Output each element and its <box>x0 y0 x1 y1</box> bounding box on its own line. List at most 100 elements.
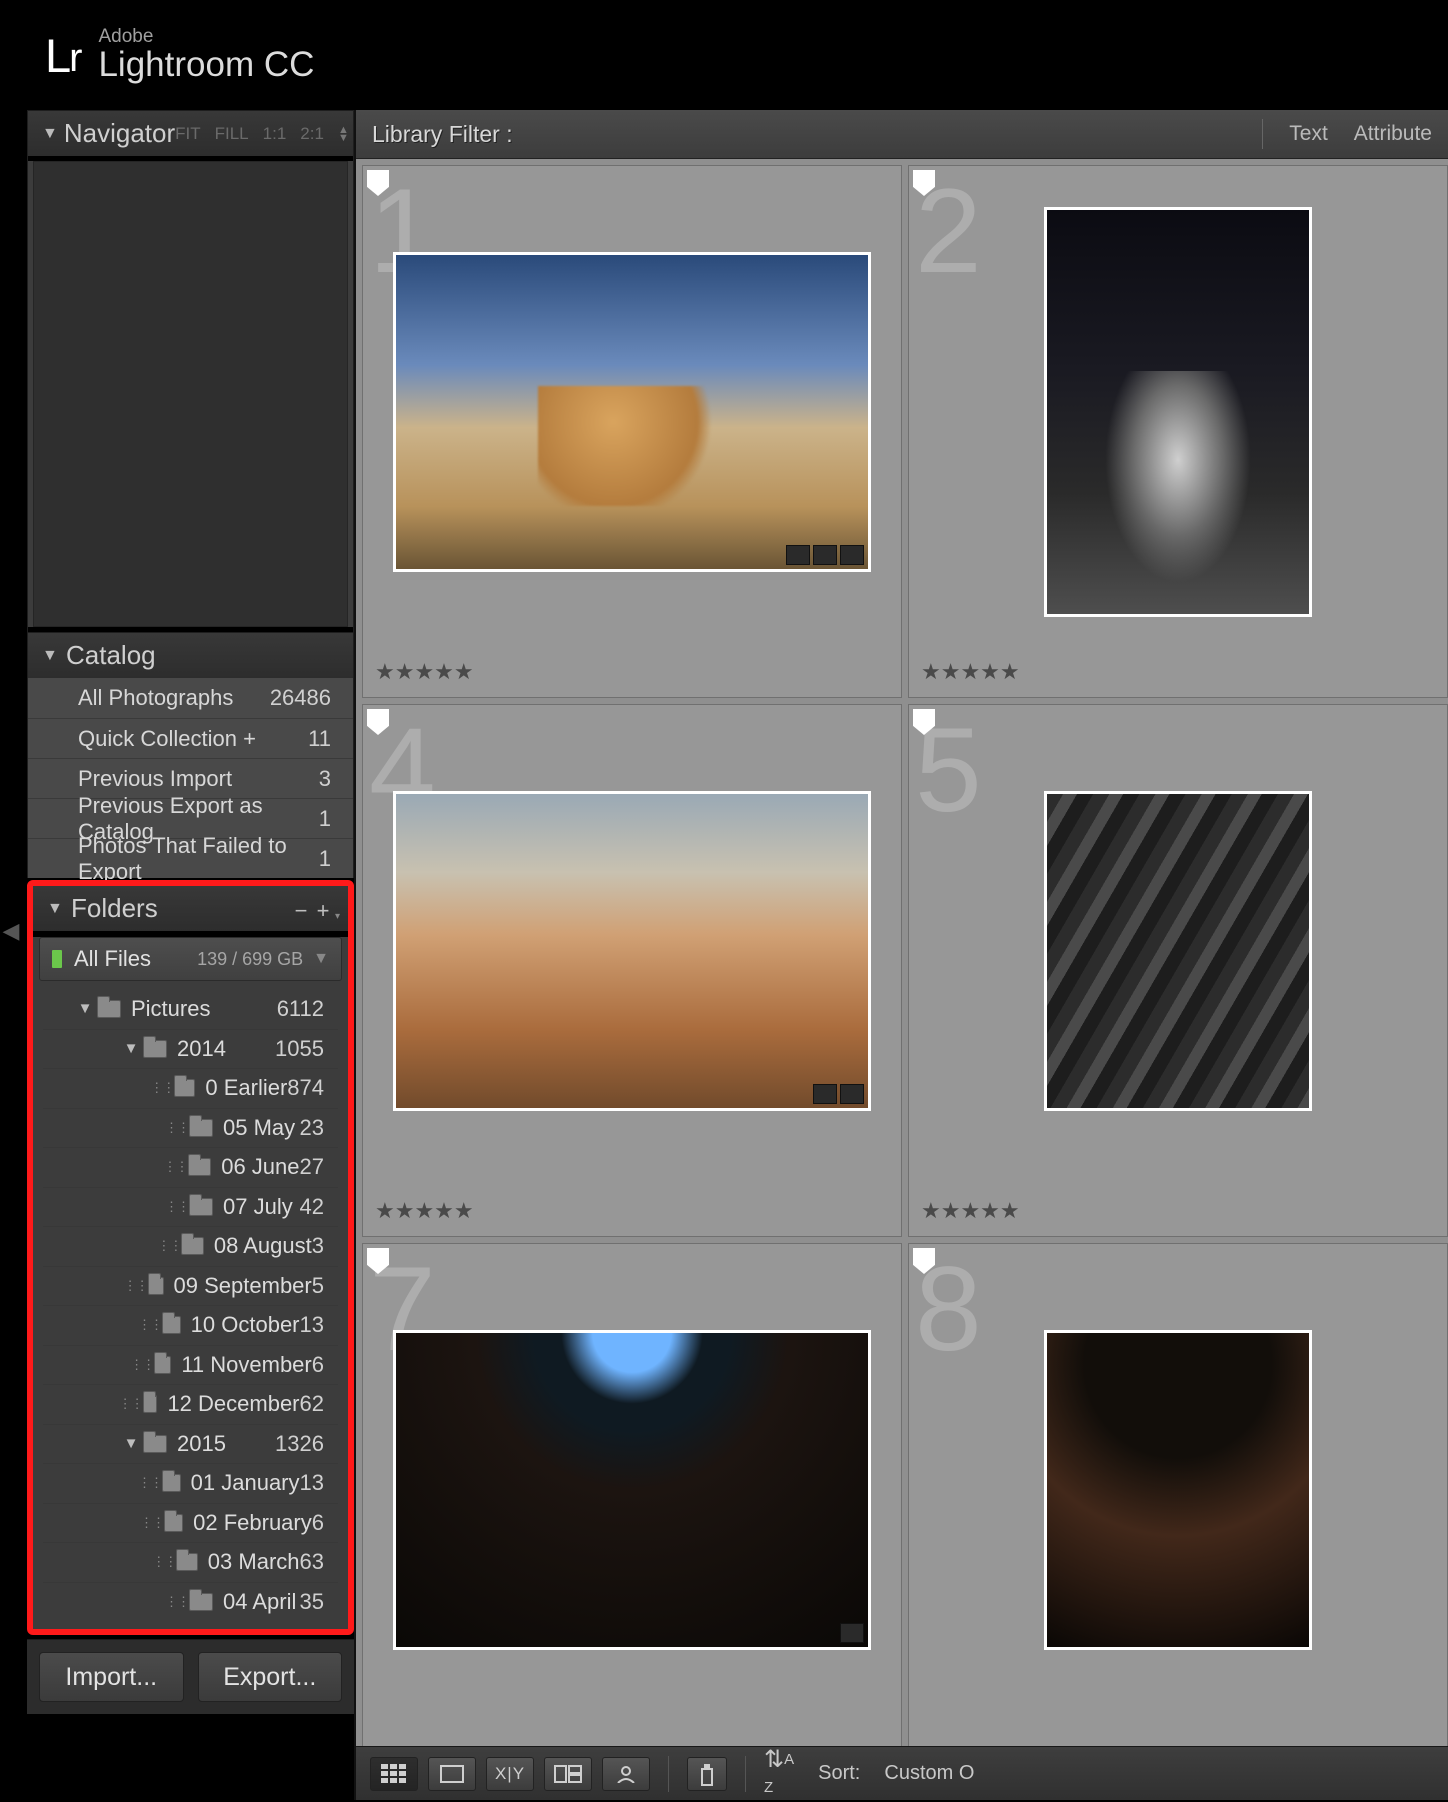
folder-row[interactable]: ⋮⋮08 August3 <box>43 1226 338 1266</box>
folder-row[interactable]: ⋮⋮04 April35 <box>43 1582 338 1622</box>
expand-dots-icon[interactable]: ⋮⋮ <box>124 1278 148 1294</box>
thumbnail-image[interactable] <box>1044 207 1312 617</box>
disclosure-triangle-icon[interactable]: ▼ <box>47 900 65 918</box>
chevron-down-icon[interactable]: ▼ <box>73 1000 97 1017</box>
filter-attribute-option[interactable]: Attribute <box>1354 122 1432 146</box>
survey-view-button[interactable] <box>544 1757 592 1791</box>
import-button[interactable]: Import... <box>39 1652 184 1702</box>
zoom-2-1[interactable]: 2:1 <box>300 124 324 144</box>
folder-name: 2014 <box>177 1036 226 1062</box>
drive-name: All Files <box>74 946 151 972</box>
drive-row[interactable]: All Files 139 / 699 GB ▼ <box>39 937 342 981</box>
zoom-dropdown-icon[interactable]: ▲▼ <box>338 126 349 142</box>
zoom-1-1[interactable]: 1:1 <box>263 124 287 144</box>
folder-row[interactable]: ⋮⋮10 October13 <box>43 1305 338 1345</box>
thumbnail-cell[interactable]: 1★★★★★ <box>362 165 902 698</box>
view-mode-group: X|Y <box>370 1757 650 1791</box>
catalog-row[interactable]: All Photographs26486 <box>28 678 353 718</box>
folder-row[interactable]: ⋮⋮02 February6 <box>43 1503 338 1543</box>
disclosure-triangle-icon[interactable]: ▼ <box>42 125 58 143</box>
expand-dots-icon[interactable]: ⋮⋮ <box>157 1238 181 1254</box>
library-area: Library Filter : Text Attribute 1★★★★★2★… <box>354 110 1448 1800</box>
folder-row[interactable]: ▼20151326 <box>43 1424 338 1464</box>
expand-dots-icon[interactable]: ⋮⋮ <box>119 1396 143 1412</box>
catalog-row-count: 26486 <box>270 685 331 711</box>
folders-body: All Files 139 / 699 GB ▼ ▼Pictures6112▼2… <box>33 937 348 1629</box>
folder-row[interactable]: ▼Pictures6112 <box>43 989 338 1029</box>
folders-minus-button[interactable]: − <box>290 898 312 920</box>
expand-dots-icon[interactable]: ⋮⋮ <box>138 1317 162 1333</box>
folder-icon <box>188 1158 212 1176</box>
expand-dots-icon[interactable]: ⋮⋮ <box>164 1159 188 1175</box>
folder-row[interactable]: ⋮⋮09 September5 <box>43 1266 338 1306</box>
thumbnail-grid[interactable]: 1★★★★★2★★★★★4★★★★★5★★★★★78 <box>356 159 1448 1746</box>
folder-row[interactable]: ▼20141055 <box>43 1029 338 1069</box>
folder-row[interactable]: ⋮⋮11 November6 <box>43 1345 338 1385</box>
catalog-row[interactable]: Photos That Failed to Export1 <box>28 838 353 878</box>
rating-stars[interactable]: ★★★★★ <box>363 657 901 697</box>
collapse-left-panel-arrow[interactable]: ◀ <box>2 918 20 948</box>
expand-dots-icon[interactable]: ⋮⋮ <box>138 1475 162 1491</box>
loupe-view-button[interactable] <box>428 1757 476 1791</box>
import-export-bar: Import... Export... <box>27 1639 354 1714</box>
painter-tool-button[interactable] <box>687 1757 727 1791</box>
disclosure-triangle-icon[interactable]: ▼ <box>42 647 60 665</box>
expand-dots-icon[interactable]: ⋮⋮ <box>130 1357 154 1373</box>
folder-row[interactable]: ⋮⋮06 June27 <box>43 1147 338 1187</box>
folders-panel-header[interactable]: ▼ Folders − +▾ <box>33 886 348 931</box>
drive-dropdown-icon[interactable]: ▼ <box>313 950 329 968</box>
thumbnail-cell[interactable]: 5★★★★★ <box>908 704 1448 1237</box>
thumbnail-badge-icon <box>786 545 810 565</box>
thumbnail-image[interactable] <box>393 1330 871 1650</box>
rating-stars[interactable]: ★★★★★ <box>909 1196 1447 1236</box>
grid-view-button[interactable] <box>370 1757 418 1791</box>
thumbnail-cell[interactable]: 4★★★★★ <box>362 704 902 1237</box>
expand-dots-icon[interactable]: ⋮⋮ <box>150 1080 174 1096</box>
folder-row[interactable]: ⋮⋮12 December62 <box>43 1384 338 1424</box>
compare-view-button[interactable]: X|Y <box>486 1757 534 1791</box>
thumbnail-cell[interactable]: 2★★★★★ <box>908 165 1448 698</box>
catalog-panel-header[interactable]: ▼ Catalog <box>28 633 353 678</box>
filter-text-option[interactable]: Text <box>1289 122 1328 146</box>
export-button[interactable]: Export... <box>198 1652 343 1702</box>
brand-label: Adobe <box>98 27 314 47</box>
thumbnail-image[interactable] <box>393 252 871 572</box>
zoom-fill[interactable]: FILL <box>215 124 249 144</box>
chevron-down-icon[interactable]: ▼ <box>119 1040 143 1057</box>
people-view-button[interactable] <box>602 1757 650 1791</box>
folder-row[interactable]: ⋮⋮0 Earlier874 <box>43 1068 338 1108</box>
navigator-preview[interactable] <box>33 161 348 627</box>
expand-dots-icon[interactable]: ⋮⋮ <box>165 1120 189 1136</box>
rating-stars[interactable]: ★★★★★ <box>363 1196 901 1236</box>
rating-stars[interactable]: ★★★★★ <box>909 657 1447 697</box>
rating-stars[interactable] <box>363 1735 901 1746</box>
folders-plus-button[interactable]: +▾ <box>312 898 334 920</box>
thumbnail-image[interactable] <box>1044 1330 1312 1650</box>
folder-icon <box>143 1435 167 1453</box>
thumbnail-cell[interactable]: 8 <box>908 1243 1448 1746</box>
chevron-down-icon[interactable]: ▼ <box>119 1435 143 1452</box>
folder-row[interactable]: ⋮⋮05 May23 <box>43 1108 338 1148</box>
sort-value[interactable]: Custom O <box>884 1762 974 1785</box>
folder-row[interactable]: ⋮⋮01 January13 <box>43 1463 338 1503</box>
thumbnail-image[interactable] <box>393 791 871 1111</box>
navigator-panel-header[interactable]: ▼ Navigator FIT FILL 1:1 2:1 ▲▼ <box>28 111 353 156</box>
expand-dots-icon[interactable]: ⋮⋮ <box>165 1594 189 1610</box>
rating-stars[interactable] <box>909 1735 1447 1746</box>
sort-direction-button[interactable]: ⇅AZ <box>764 1745 794 1802</box>
folder-icon <box>143 1395 158 1413</box>
folder-row[interactable]: ⋮⋮03 March63 <box>43 1542 338 1582</box>
expand-dots-icon[interactable]: ⋮⋮ <box>140 1515 164 1531</box>
folder-count: 13 <box>300 1470 338 1496</box>
zoom-fit[interactable]: FIT <box>175 124 201 144</box>
thumbnail-image[interactable] <box>1044 791 1312 1111</box>
folder-icon <box>162 1474 181 1492</box>
catalog-row[interactable]: Quick Collection +11 <box>28 718 353 758</box>
thumbnail-cell[interactable]: 7 <box>362 1243 902 1746</box>
folder-row[interactable]: ⋮⋮07 July42 <box>43 1187 338 1227</box>
grid-icon <box>381 1764 407 1784</box>
survey-icon <box>554 1765 582 1783</box>
folder-count: 6 <box>312 1352 338 1378</box>
expand-dots-icon[interactable]: ⋮⋮ <box>152 1554 176 1570</box>
expand-dots-icon[interactable]: ⋮⋮ <box>165 1199 189 1215</box>
